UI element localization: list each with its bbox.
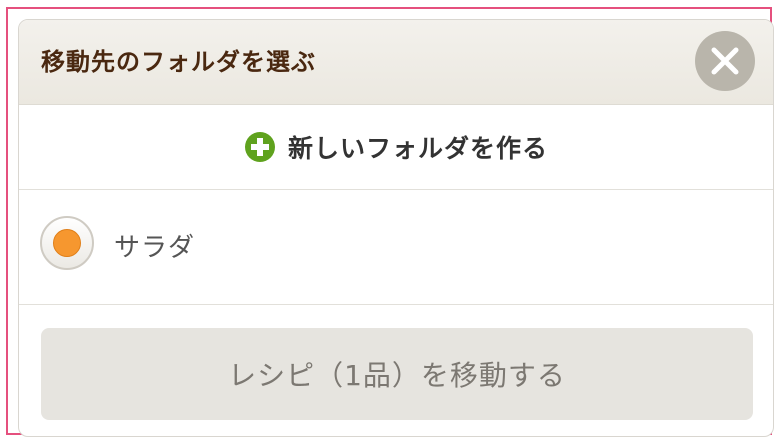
plus-circle-icon — [244, 132, 275, 162]
move-recipe-button[interactable]: レシピ（1品）を移動する — [41, 328, 753, 420]
folder-radio-button[interactable] — [40, 216, 94, 270]
folder-option-salad[interactable]: サラダ — [19, 190, 773, 305]
move-recipe-button-label: レシピ（1品）を移動する — [228, 359, 566, 392]
close-x-icon — [711, 47, 739, 75]
dialog-header: 移動先のフォルダを選ぶ — [19, 20, 773, 105]
folder-name: サラダ — [114, 233, 196, 263]
create-new-folder-label: 新しいフォルダを作る — [287, 134, 548, 163]
radio-selected-dot — [53, 229, 81, 257]
highlight-frame: 移動先のフォルダを選ぶ 新しいフォルダを作る サラダ レシピ（1品）を移動する — [6, 7, 774, 437]
close-button[interactable] — [695, 31, 755, 91]
create-new-folder-button[interactable]: 新しいフォルダを作る — [19, 105, 773, 190]
dialog-title: 移動先のフォルダを選ぶ — [41, 48, 316, 76]
move-folder-dialog: 移動先のフォルダを選ぶ 新しいフォルダを作る サラダ レシピ（1品）を移動する — [18, 19, 774, 437]
